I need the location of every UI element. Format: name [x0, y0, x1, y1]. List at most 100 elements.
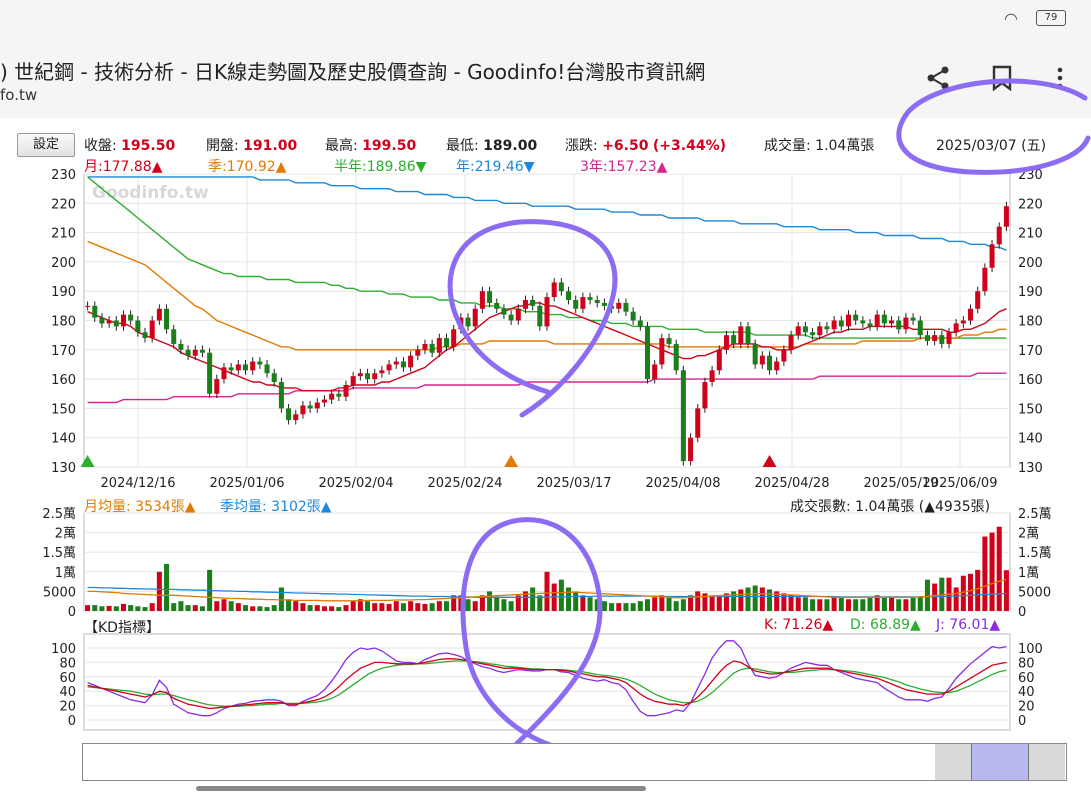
volume-bar: [228, 601, 234, 611]
kd-ytick-left: 20: [59, 700, 76, 715]
candle-body: [530, 299, 536, 306]
volume-bar: [616, 603, 622, 611]
signal-marker: [80, 455, 95, 467]
price-xtick: 2024/12/16: [101, 476, 176, 491]
candle-body: [357, 373, 363, 377]
candle-body: [192, 349, 198, 356]
volume-bar: [975, 569, 981, 611]
volume-ytick-left: 1萬: [55, 566, 76, 581]
volume-ytick-right: 2萬: [1018, 527, 1039, 542]
price-xtick: 2025/02/04: [319, 476, 394, 491]
candle-body: [709, 370, 715, 383]
candle-body: [566, 291, 572, 300]
volume-bar: [343, 605, 349, 611]
candle-body: [975, 291, 981, 309]
volume-bar: [350, 601, 356, 611]
volume-bar: [767, 589, 773, 611]
volume-bar: [917, 597, 923, 611]
home-indicator: [196, 786, 646, 791]
candle-body: [522, 299, 528, 309]
volume-ytick-left: 1.5萬: [42, 546, 76, 561]
candle-body: [716, 349, 722, 371]
candle-body: [214, 379, 220, 394]
volume-bar: [221, 599, 227, 611]
volume-bar: [365, 601, 371, 611]
candle-body: [939, 335, 945, 344]
candle-body: [501, 308, 507, 315]
candle-body: [587, 297, 593, 300]
candle-body: [250, 361, 256, 371]
volume-bar: [156, 571, 162, 611]
candle-body: [723, 335, 729, 350]
price-ytick-right: 130: [1018, 461, 1043, 476]
kd-ytick-right: 20: [1018, 700, 1035, 715]
volume-bar: [960, 575, 966, 611]
candle-body: [688, 437, 694, 462]
price-ytick-right: 200: [1018, 256, 1043, 271]
volume-bar: [300, 603, 306, 611]
price-ytick-left: 230: [51, 168, 76, 183]
volume-bar: [558, 579, 564, 611]
candle-body: [695, 408, 701, 438]
annotation-circle-date: [896, 78, 1091, 175]
candle-body: [817, 326, 823, 336]
volume-bar: [609, 603, 615, 611]
candle-body: [106, 320, 112, 324]
candle-body: [573, 299, 579, 309]
volume-bar: [573, 591, 579, 611]
volume-ytick-right: 1.5萬: [1018, 546, 1052, 561]
candle-body: [379, 370, 385, 374]
volume-ytick-left: 2萬: [55, 527, 76, 542]
volume-bar: [644, 599, 651, 611]
candle-body: [968, 308, 974, 321]
candle-body: [185, 349, 191, 356]
candle-body: [623, 302, 629, 312]
ma-year-line: [87, 176, 1007, 251]
volume-bar: [580, 595, 586, 611]
range-scrollbar-thumb[interactable]: [971, 744, 1029, 780]
range-scrollbar[interactable]: [82, 743, 1067, 781]
candle-body: [853, 314, 859, 321]
price-xtick: 2025/02/24: [428, 476, 503, 491]
candle-body: [271, 373, 277, 383]
candle-body: [479, 291, 485, 309]
candle-body: [472, 308, 478, 327]
volume-bar: [824, 599, 830, 611]
volume-bar: [494, 597, 500, 611]
volume-bar: [745, 587, 751, 611]
candle-body: [824, 326, 830, 330]
candle-body: [802, 326, 808, 333]
candle-body: [731, 335, 737, 344]
candle-body: [515, 308, 521, 321]
price-ytick-right: 170: [1018, 344, 1043, 359]
volume-bar: [932, 583, 938, 611]
candle-body: [745, 326, 751, 344]
volume-bar: [199, 606, 205, 611]
volume-bar: [695, 591, 701, 611]
volume-bar: [752, 585, 758, 611]
volume-bar: [716, 595, 722, 611]
volume-bar: [393, 601, 399, 611]
volume-bar: [867, 597, 873, 611]
volume-bar: [680, 599, 686, 611]
candle-body: [149, 320, 155, 339]
kd-ytick-left: 40: [59, 685, 76, 700]
volume-ytick-left: 5000: [43, 585, 76, 600]
candle-body: [551, 282, 557, 298]
volume-bar: [838, 597, 844, 611]
candle-body: [845, 314, 852, 327]
candle-body: [781, 349, 787, 362]
volume-bar: [293, 601, 299, 611]
candle-body: [652, 364, 658, 380]
candle-body: [630, 311, 636, 321]
candle-body: [85, 305, 91, 307]
volume-ytick-right: 1萬: [1018, 566, 1039, 581]
volume-bar: [587, 597, 593, 611]
candle-body: [321, 399, 327, 403]
candle-body: [910, 317, 916, 321]
volume-bar: [235, 603, 241, 611]
volume-bar: [637, 601, 643, 611]
candle-body: [788, 335, 794, 350]
kd-ytick-left: 80: [59, 656, 76, 671]
volume-bar: [673, 601, 679, 611]
